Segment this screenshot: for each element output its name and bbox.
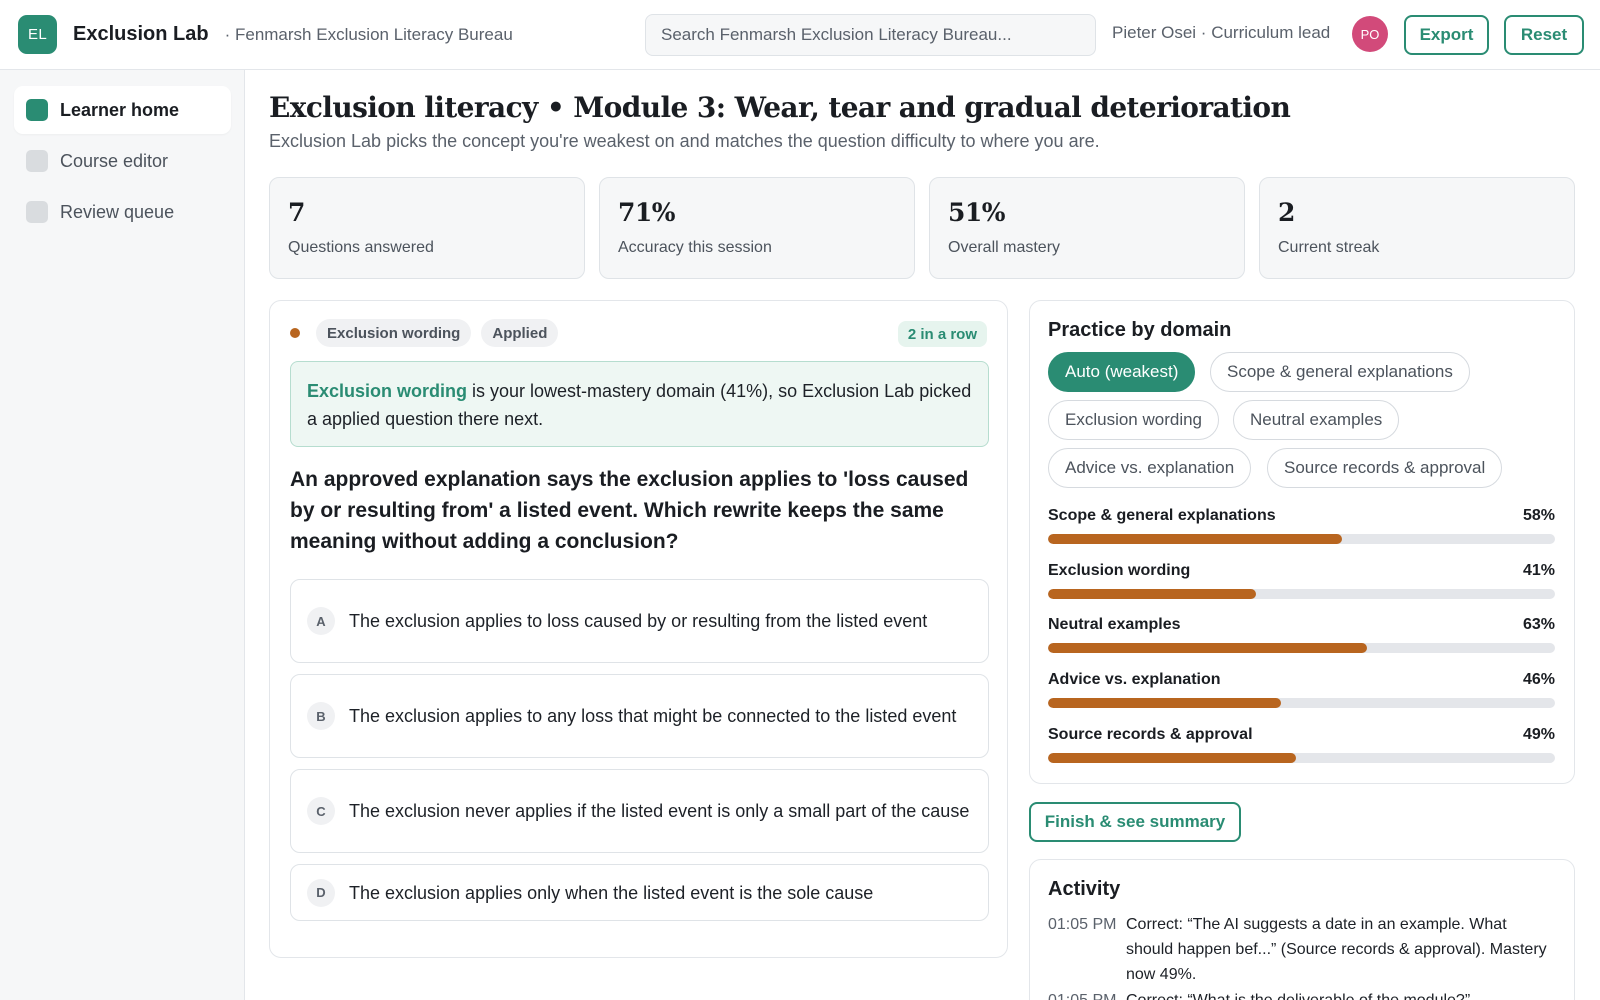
- mastery-track: [1048, 589, 1555, 599]
- sidebar-item-label: Learner home: [60, 99, 180, 120]
- status-dot-icon: [290, 328, 300, 338]
- sidebar-item-review-queue[interactable]: Review queue: [14, 188, 231, 236]
- activity-title: Activity: [1048, 878, 1121, 900]
- chip-scope[interactable]: Scope & general explanations: [1210, 352, 1470, 392]
- mastery-pct: 46%: [1522, 671, 1555, 688]
- page-subtitle: Exclusion Lab picks the concept you're w…: [269, 131, 1100, 151]
- chip-neutral-examples[interactable]: Neutral examples: [1233, 400, 1400, 440]
- mastery-pct: 63%: [1522, 616, 1555, 633]
- activity-time: 01:05 PM: [1048, 988, 1126, 1000]
- page-title: Exclusion literacy • Module 3: Wear, tea…: [269, 91, 1291, 124]
- answer-option-c[interactable]: C The exclusion never applies if the lis…: [290, 769, 989, 853]
- mastery-pct: 41%: [1522, 562, 1555, 579]
- option-letter: C: [307, 797, 335, 825]
- streak-badge: 2 in a row: [897, 321, 987, 347]
- practice-panel: Practice by domain Auto (weakest) Scope …: [1029, 300, 1575, 784]
- mastery-pct: 49%: [1522, 726, 1555, 743]
- mastery-row: Exclusion wording 41%: [1048, 562, 1555, 599]
- option-letter: A: [307, 607, 335, 635]
- sidebar: Learner home Course editor Review queue: [0, 70, 245, 1000]
- mastery-bar: [1048, 643, 1368, 653]
- activity-text: Correct: “The AI suggests a date in an e…: [1126, 916, 1547, 983]
- app-logo: EL: [18, 15, 57, 54]
- option-letter: B: [307, 702, 335, 730]
- nav-square-icon: [26, 201, 48, 223]
- org-name: · Fenmarsh Exclusion Literacy Bureau: [224, 24, 513, 44]
- sidebar-item-label: Course editor: [60, 150, 169, 171]
- question-tags: Exclusion wording Applied: [290, 319, 559, 347]
- stat-label: Current streak: [1278, 239, 1380, 256]
- stats-row: 7 Questions answered 71% Accuracy this s…: [269, 177, 1575, 279]
- mastery-track: [1048, 698, 1555, 708]
- chip-advice[interactable]: Advice vs. explanation: [1048, 448, 1252, 488]
- option-letter: D: [307, 878, 335, 907]
- chip-auto-weakest[interactable]: Auto (weakest): [1048, 352, 1196, 392]
- stat-value: 71%: [618, 198, 676, 227]
- finish-summary-button[interactable]: Finish & see summary: [1029, 802, 1241, 842]
- stat-value: 2: [1278, 198, 1295, 227]
- mastery-bar: [1048, 534, 1343, 544]
- stat-value: 7: [288, 198, 305, 227]
- sidebar-item-learner-home[interactable]: Learner home: [14, 86, 231, 134]
- answer-option-d[interactable]: D The exclusion applies only when the li…: [290, 864, 989, 921]
- mastery-track: [1048, 534, 1555, 544]
- domain-tag: Exclusion wording: [316, 319, 472, 347]
- stat-card-streak: 2 Current streak: [1259, 177, 1575, 279]
- mastery-bar: [1048, 698, 1282, 708]
- activity-text: Correct: “What is the deliverable of the…: [1126, 988, 1470, 1000]
- export-button[interactable]: Export: [1404, 15, 1489, 55]
- mastery-name: Scope & general explanations: [1048, 507, 1276, 524]
- practice-title: Practice by domain: [1048, 319, 1232, 341]
- answer-options: A The exclusion applies to loss caused b…: [290, 579, 989, 932]
- difficulty-tag: Applied: [481, 319, 559, 347]
- stat-value: 51%: [948, 198, 1006, 227]
- mastery-bar: [1048, 753, 1297, 763]
- stat-label: Questions answered: [288, 239, 434, 256]
- option-text: The exclusion applies to any loss that m…: [349, 706, 957, 726]
- reset-button[interactable]: Reset: [1504, 15, 1584, 55]
- app-name: Exclusion Lab: [73, 23, 209, 45]
- answer-option-b[interactable]: B The exclusion applies to any loss that…: [290, 674, 989, 758]
- chip-source-records[interactable]: Source records & approval: [1267, 448, 1503, 488]
- mastery-name: Neutral examples: [1048, 616, 1181, 633]
- nav-square-icon: [26, 99, 48, 121]
- adaptive-hint: Exclusion wording is your lowest-mastery…: [290, 361, 989, 447]
- stat-card-questions: 7 Questions answered: [269, 177, 585, 279]
- mastery-row: Neutral examples 63%: [1048, 616, 1555, 653]
- option-text: The exclusion applies to loss caused by …: [349, 611, 928, 631]
- user-label: Pieter Osei · Curriculum lead: [1112, 23, 1331, 42]
- avatar[interactable]: PO: [1352, 16, 1388, 52]
- stat-label: Accuracy this session: [618, 239, 772, 256]
- question-card: Exclusion wording Applied 2 in a row Exc…: [269, 300, 1008, 958]
- option-text: The exclusion applies only when the list…: [349, 882, 874, 903]
- search-box[interactable]: [645, 14, 1096, 56]
- activity-entry: 01:05 PM Correct: “What is the deliverab…: [1048, 988, 1558, 1000]
- stat-card-accuracy: 71% Accuracy this session: [599, 177, 915, 279]
- chip-exclusion-wording[interactable]: Exclusion wording: [1048, 400, 1220, 440]
- mastery-track: [1048, 753, 1555, 763]
- nav-square-icon: [26, 150, 48, 172]
- top-bar: EL Exclusion Lab · Fenmarsh Exclusion Li…: [0, 0, 1600, 70]
- mastery-row: Advice vs. explanation 46%: [1048, 671, 1555, 708]
- mastery-pct: 58%: [1522, 507, 1555, 524]
- mastery-row: Scope & general explanations 58%: [1048, 507, 1555, 544]
- activity-time: 01:05 PM: [1048, 916, 1117, 933]
- activity-entry: 01:05 PM Correct: “The AI suggests a dat…: [1048, 912, 1558, 987]
- question-text: An approved explanation says the exclusi…: [290, 468, 969, 553]
- option-text: The exclusion never applies if the liste…: [349, 801, 970, 821]
- activity-panel: Activity 01:05 PM Correct: “The AI sugge…: [1029, 859, 1575, 1000]
- sidebar-item-label: Review queue: [60, 201, 175, 222]
- stat-label: Overall mastery: [948, 239, 1061, 256]
- mastery-bar: [1048, 589, 1256, 599]
- answer-option-a[interactable]: A The exclusion applies to loss caused b…: [290, 579, 989, 663]
- stat-card-mastery: 51% Overall mastery: [929, 177, 1245, 279]
- hint-domain: Exclusion wording: [307, 381, 468, 401]
- mastery-name: Exclusion wording: [1048, 562, 1191, 579]
- mastery-track: [1048, 643, 1555, 653]
- mastery-name: Advice vs. explanation: [1048, 671, 1221, 688]
- mastery-name: Source records & approval: [1048, 726, 1253, 743]
- mastery-row: Source records & approval 49%: [1048, 726, 1555, 763]
- sidebar-item-course-editor[interactable]: Course editor: [14, 137, 231, 185]
- search-input[interactable]: [661, 25, 1080, 45]
